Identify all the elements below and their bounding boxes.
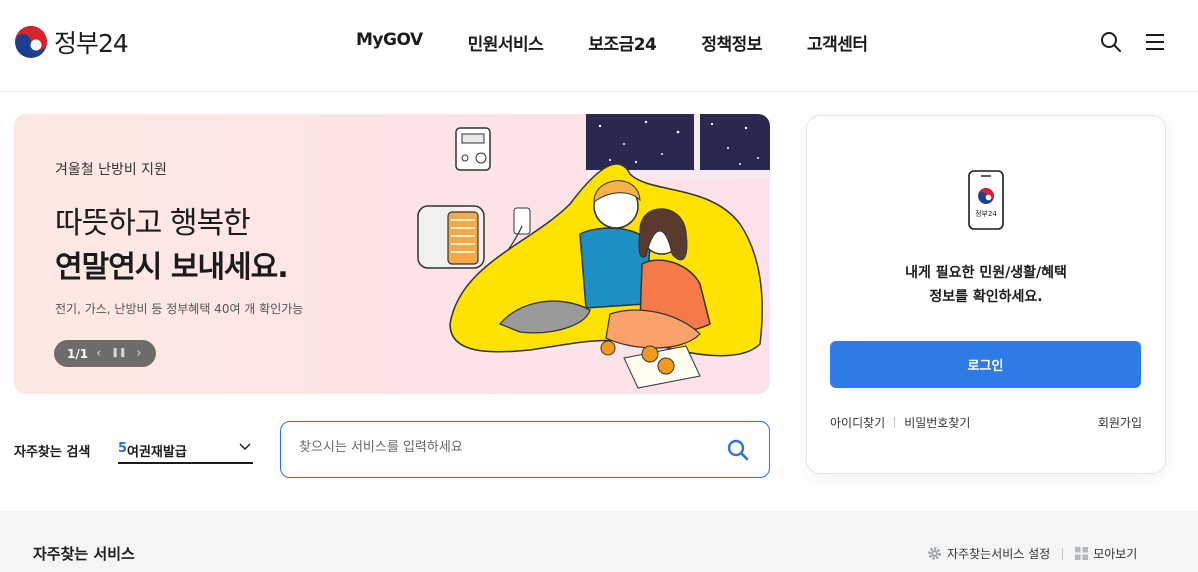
banner-page-indicator: 1/1 (67, 346, 89, 361)
login-card: 정부24 내게 필요한 민원/생활/혜택 정보를 확인하세요. 로그인 아이디찾… (806, 115, 1166, 474)
site-header: 정부24 MyGOV 민원서비스 보조금24 정책정보 고객센터 (0, 0, 1198, 92)
main-navigation: MyGOV 민원서비스 보조금24 정책정보 고객센터 (340, 30, 913, 55)
main-banner[interactable]: 겨울철 난방비 지원 따뜻하고 행복한 연말연시 보내세요. 전기, 가스, 난… (14, 114, 770, 394)
phone-app-label: 정부24 (975, 209, 997, 218)
search-icon[interactable] (726, 438, 750, 462)
banner-title-line1: 따뜻하고 행복한 (55, 206, 251, 241)
prev-icon[interactable]: ‹ (96, 347, 101, 360)
service-search-box (280, 421, 770, 478)
services-settings-button[interactable]: 자주찾는서비스 설정 (927, 545, 1050, 562)
next-icon[interactable]: › (136, 347, 141, 360)
banner-subtitle: 겨울철 난방비 지원 (55, 162, 167, 178)
services-toolbar: 자주찾는서비스 설정 모아보기 (927, 545, 1137, 562)
banner-controls: 1/1 ‹ ❚❚ › (54, 340, 156, 367)
search-icon[interactable] (1099, 30, 1123, 54)
pause-icon[interactable]: ❚❚ (111, 349, 126, 358)
find-password-link[interactable]: 비밀번호찾기 (904, 414, 970, 431)
gear-icon (928, 547, 941, 560)
banner-description: 전기, 가스, 난방비 등 정부혜택 40여 개 확인가능 (55, 302, 304, 316)
chevron-down-icon (239, 443, 251, 450)
link-divider (894, 417, 896, 428)
banner-title-line2: 연말연시 보내세요. (55, 250, 289, 285)
nav-civil-services[interactable]: 민원서비스 (468, 30, 544, 55)
gov24-logo[interactable]: 정부24 (14, 24, 129, 60)
nav-mygov[interactable]: MyGOV (356, 30, 423, 55)
frequent-search-rank: 5 (118, 441, 128, 456)
service-search-input[interactable] (299, 440, 719, 455)
frequent-services-title: 자주찾는 서비스 (33, 545, 135, 563)
phone-app-icon: 정부24 (968, 170, 1004, 230)
grid-icon (1075, 547, 1089, 560)
nav-subsidy24[interactable]: 보조금24 (588, 30, 657, 55)
find-id-link[interactable]: 아이디찾기 (830, 414, 885, 431)
login-message-line1: 내게 필요한 민원/생활/혜택 (905, 265, 1067, 281)
services-settings-label: 자주찾는서비스 설정 (947, 547, 1051, 561)
nav-customer-center[interactable]: 고객센터 (807, 30, 868, 55)
nav-policy-info[interactable]: 정책정보 (701, 30, 762, 55)
view-all-button[interactable]: 모아보기 (1075, 545, 1137, 562)
logo-text: 정부24 (54, 29, 129, 58)
banner-illustration (417, 114, 770, 389)
view-all-label: 모아보기 (1093, 547, 1138, 561)
account-links: 아이디찾기 비밀번호찾기 (830, 414, 970, 431)
frequent-search-keyword: 여권재발급 (127, 445, 187, 460)
frequent-services-section: 자주찾는 서비스 자주찾는서비스 설정 모아보기 (0, 511, 1198, 572)
signup-link[interactable]: 회원가입 (1098, 414, 1142, 431)
frequent-search-dropdown[interactable]: 5 여권재발급 (118, 432, 253, 464)
login-message-line2: 정보를 확인하세요. (929, 289, 1043, 305)
taegeuk-logo-icon (15, 26, 47, 58)
hamburger-menu-icon[interactable] (1143, 30, 1167, 54)
frequent-search-label: 자주찾는 검색 (14, 445, 91, 460)
toolbar-divider (1062, 547, 1064, 560)
login-button[interactable]: 로그인 (830, 341, 1141, 388)
